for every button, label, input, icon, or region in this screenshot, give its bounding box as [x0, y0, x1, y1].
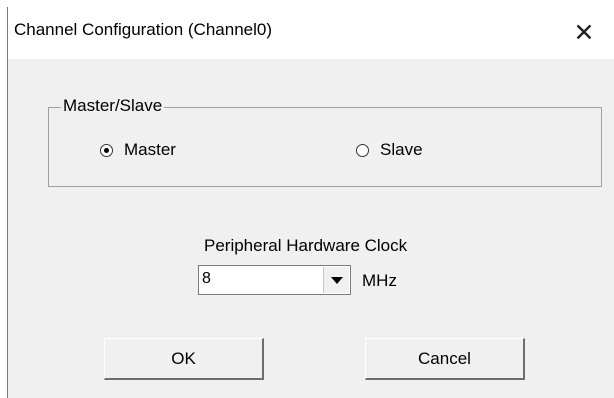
dropdown-button[interactable] [323, 267, 349, 293]
master-radio-label: Master [124, 140, 176, 159]
ok-button[interactable]: OK [104, 338, 264, 380]
close-icon: ✕ [573, 19, 595, 47]
radio-unselected-icon [356, 143, 369, 157]
slave-radio[interactable]: Slave [356, 140, 423, 160]
peripheral-clock-label: Peripheral Hardware Clock [204, 236, 408, 255]
title-bar: Channel Configuration (Channel0) ✕ [8, 7, 614, 59]
radio-selected-icon [100, 143, 113, 157]
slave-radio-label: Slave [380, 140, 423, 159]
clock-unit-label: MHz [362, 271, 397, 290]
clock-frequency-combobox[interactable]: 8 [198, 265, 351, 295]
cancel-button[interactable]: Cancel [365, 338, 525, 380]
chevron-down-icon [330, 276, 343, 284]
dialog-title: Channel Configuration (Channel0) [14, 20, 272, 39]
channel-configuration-dialog: Channel Configuration (Channel0) ✕ Maste… [7, 7, 614, 398]
screenshot-page: ​ Channel Configuration (Channel0) ✕ Mas… [0, 0, 614, 398]
cropped-background-window: ​ [0, 0, 614, 7]
clock-frequency-value: 8 [202, 270, 211, 287]
close-button[interactable]: ✕ [564, 15, 604, 51]
master-slave-group-label: Master/Slave [61, 96, 165, 116]
master-radio[interactable]: Master [100, 140, 176, 160]
radio-dot [104, 147, 109, 153]
